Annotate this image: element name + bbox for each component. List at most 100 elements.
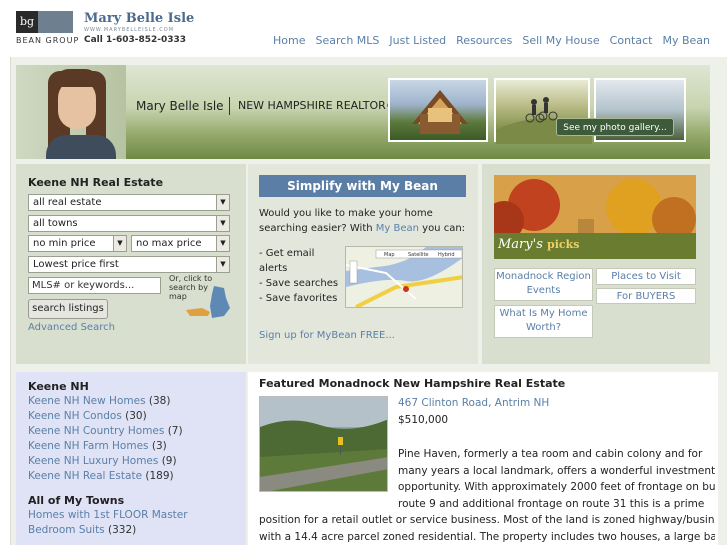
portrait-hair [54, 69, 100, 87]
sidebar-item-count: (332) [108, 524, 137, 536]
banner-divider [229, 97, 230, 115]
logo-bar [38, 11, 73, 33]
map-tab-map: Map [384, 252, 395, 258]
benefit-item: - Get email [259, 248, 315, 259]
mybean-intro: Would you like to make your home searchi… [259, 206, 469, 236]
property-type-value: all real estate [33, 197, 102, 208]
description-line: many years a local landmark, offers a wo… [398, 464, 715, 477]
sidebar-item-first-floor-master[interactable]: Homes with 1st FLOOR Master Bedroom Suit… [28, 508, 234, 538]
picks-label: Mary's picks [498, 237, 579, 252]
nav-resources[interactable]: Resources [456, 34, 512, 47]
nav-search-mls[interactable]: Search MLS [316, 34, 380, 47]
pick-places-to-visit[interactable]: Places to Visit [596, 268, 696, 285]
picks-word: picks [547, 238, 580, 251]
main-nav: Home Search MLS Just Listed Resources Se… [273, 34, 710, 47]
chevron-down-icon: ▼ [216, 236, 229, 251]
pick-home-worth[interactable]: What Is My Home Worth? [494, 305, 593, 338]
sidebar-item-count: (3) [151, 440, 167, 452]
sidebar-heading-keene: Keene NH [28, 380, 89, 393]
mybean-link[interactable]: My Bean [376, 223, 419, 234]
portrait-shirt [46, 135, 116, 159]
nav-contact[interactable]: Contact [610, 34, 653, 47]
description-line: position for a retail outlet or service … [259, 514, 715, 526]
agent-name: Mary Belle Isle [84, 11, 195, 26]
description-line: with a 14.4 acre parcel zoned residentia… [259, 530, 715, 543]
sidebar-item-count: (7) [167, 425, 183, 437]
marys-picks-image[interactable]: Mary's picks [494, 175, 696, 259]
description-line: opportunity. With approximately 2000 fee… [398, 481, 715, 493]
sidebar-item-label: Keene NH Condos [28, 410, 122, 422]
picks-script: Mary's [498, 237, 543, 252]
map-screenshot: Map Satellite Hybrid [345, 246, 463, 308]
logo-text: BEAN GROUP [16, 36, 80, 45]
mybean-intro-text-end: you can: [418, 223, 466, 234]
nav-sell-my-house[interactable]: Sell My House [522, 34, 599, 47]
town-listings-sidebar: Keene NH Keene NH New Homes (38) Keene N… [16, 372, 246, 545]
sidebar-item-country-homes[interactable]: Keene NH Country Homes (7) [28, 424, 234, 439]
cabin-illustration [412, 90, 468, 134]
featured-listing: Featured Monadnock New Hampshire Real Es… [248, 372, 718, 545]
search-listings-button[interactable]: search listings [28, 299, 108, 319]
agent-portrait [16, 65, 126, 159]
sort-value: Lowest price first [33, 259, 119, 270]
property-type-select[interactable]: all real estate ▼ [28, 194, 230, 211]
agent-phone: Call 1-603-852-0333 [84, 35, 187, 45]
towns-value: all towns [33, 218, 78, 229]
pick-for-buyers[interactable]: For BUYERS [596, 288, 696, 304]
mybean-banner[interactable]: Simplify with My Bean [259, 175, 466, 197]
nav-just-listed[interactable]: Just Listed [389, 34, 446, 47]
sidebar-item-new-homes[interactable]: Keene NH New Homes (38) [28, 394, 234, 409]
chevron-down-icon: ▼ [216, 195, 229, 210]
sidebar-item-farm-homes[interactable]: Keene NH Farm Homes (3) [28, 439, 234, 454]
banner-title: NEW HAMPSHIRE REALTOR® [238, 99, 397, 112]
mybean-panel: Simplify with My Bean Would you like to … [248, 164, 478, 364]
sidebar-item-count: (38) [148, 395, 171, 407]
site-header: bg BEAN GROUP Mary Belle Isle WWW.MARYBE… [0, 0, 727, 60]
photo-gallery-button[interactable]: See my photo gallery... [556, 118, 674, 136]
sidebar-item-label: Keene NH Luxury Homes [28, 455, 159, 467]
banner-agent-name: Mary Belle Isle [136, 99, 224, 113]
sidebar-item-count: (30) [125, 410, 147, 422]
featured-address-link[interactable]: 467 Clinton Road, Antrim NH [398, 397, 549, 409]
logo-mark: bg [16, 11, 38, 33]
chevron-down-icon: ▼ [216, 257, 229, 272]
sidebar-item-luxury-homes[interactable]: Keene NH Luxury Homes (9) [28, 454, 234, 469]
sidebar-item-count: (9) [161, 455, 177, 467]
min-price-select[interactable]: no min price ▼ [28, 235, 127, 252]
sidebar-item-label: Keene NH Real Estate [28, 470, 143, 482]
sidebar-item-label: Keene NH Country Homes [28, 425, 165, 437]
search-panel: Keene NH Real Estate all real estate ▼ a… [16, 164, 246, 364]
max-price-select[interactable]: no max price ▼ [131, 235, 230, 252]
sidebar-item-condos[interactable]: Keene NH Condos (30) [28, 409, 234, 424]
benefit-item: alerts [259, 263, 288, 274]
bean-group-logo[interactable]: bg BEAN GROUP [16, 11, 78, 48]
towns-select[interactable]: all towns ▼ [28, 215, 230, 232]
chevron-down-icon: ▼ [113, 236, 126, 251]
mybean-signup-link[interactable]: Sign up for MyBean FREE... [259, 330, 395, 341]
mybean-benefits: - Get email alerts - Save searches - Sav… [259, 246, 338, 306]
advanced-search-link[interactable]: Advanced Search [28, 322, 115, 333]
nh-map-icon[interactable] [184, 286, 232, 318]
benefit-item: - Save searches [259, 278, 339, 289]
sidebar-item-count: (189) [145, 470, 174, 482]
sidebar-item-real-estate[interactable]: Keene NH Real Estate (189) [28, 469, 234, 484]
min-price-value: no min price [33, 238, 96, 249]
search-title: Keene NH Real Estate [28, 176, 164, 189]
nav-my-bean[interactable]: My Bean [662, 34, 710, 47]
map-hint-line: Or, click to [169, 274, 213, 283]
pick-monadnock-events[interactable]: Monadnock Region Events [494, 268, 593, 301]
sort-select[interactable]: Lowest price first ▼ [28, 256, 230, 273]
sidebar-heading-all-towns: All of My Towns [28, 494, 125, 507]
nav-home[interactable]: Home [273, 34, 305, 47]
featured-description: Pine Haven, formerly a tea room and cabi… [259, 446, 715, 545]
benefit-item: - Save favorites [259, 293, 338, 304]
marys-picks-panel: Mary's picks Monadnock Region Events Pla… [482, 164, 710, 364]
gallery-photo-cabin[interactable] [388, 78, 488, 142]
featured-price: $510,000 [398, 414, 449, 426]
map-illustration: Map Satellite Hybrid [346, 247, 462, 307]
chevron-down-icon: ▼ [216, 216, 229, 231]
featured-title: Featured Monadnock New Hampshire Real Es… [259, 377, 566, 390]
description-line: route 9 and additional frontage on route… [398, 497, 705, 510]
keyword-input[interactable]: MLS# or keywords... [28, 277, 161, 294]
max-price-value: no max price [136, 238, 202, 249]
